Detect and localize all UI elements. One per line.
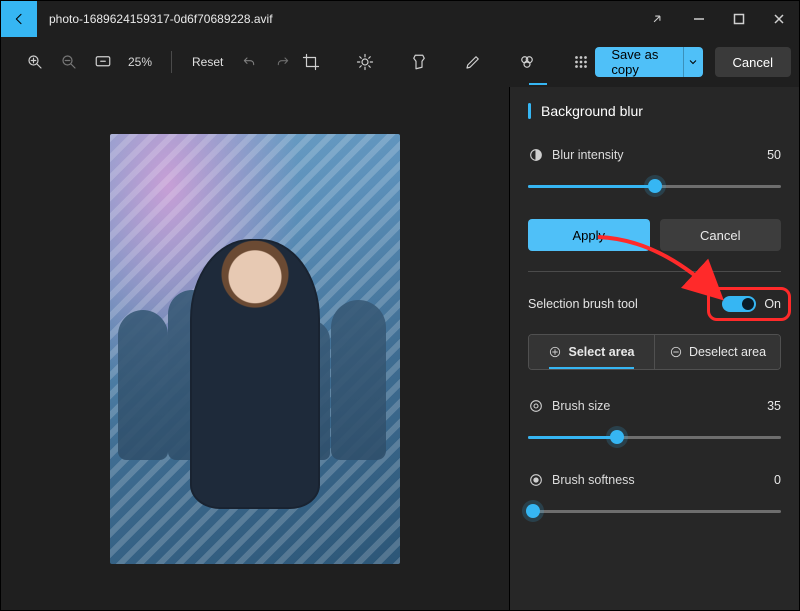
half-circle-icon [528,147,544,163]
main-toolbar: 25% Reset [1,37,799,87]
reset-button[interactable]: Reset [186,55,229,69]
foreground-subject [190,239,320,509]
app-window: photo-1689624159317-0d6f70689228.avif [0,0,800,611]
blur-intensity-slider[interactable] [528,177,781,195]
cancel-button-top[interactable]: Cancel [715,47,791,77]
save-as-copy-button[interactable]: Save as copy [595,47,683,77]
window-controls [635,1,799,37]
brush-softness-row: Brush softness 0 [528,472,781,488]
file-name: photo-1689624159317-0d6f70689228.avif [49,12,273,26]
edit-mode-tabs [297,48,595,76]
back-button[interactable] [1,1,37,37]
crop-tab[interactable] [297,48,325,76]
title-bar: photo-1689624159317-0d6f70689228.avif [1,1,799,37]
filter-tab[interactable] [405,48,433,76]
side-panel: Background blur Blur intensity 50 Apply … [509,87,799,610]
zoom-percent[interactable]: 25% [123,55,157,69]
active-tab-indicator [529,83,547,85]
panel-divider [528,271,781,272]
canvas-area[interactable] [1,87,509,610]
save-as-copy-split: Save as copy [595,47,702,77]
select-area-option[interactable]: Select area [529,335,654,369]
panel-title: Background blur [528,103,781,119]
zoom-in-button[interactable] [21,48,49,76]
minimize-button[interactable] [679,1,719,37]
brush-softness-label: Brush softness [552,473,635,487]
cancel-button-side[interactable]: Cancel [660,219,782,251]
blur-intensity-label: Blur intensity [552,148,624,162]
area-mode-segment: Select area Deselect area [528,334,781,370]
action-group: Save as copy Cancel [595,47,791,77]
brush-softness-slider[interactable] [528,502,781,520]
redo-button[interactable] [269,48,297,76]
blur-tab[interactable] [567,48,595,76]
selection-brush-row: Selection brush tool On [528,296,781,312]
brush-softness-value: 0 [774,473,781,487]
deselect-area-label: Deselect area [689,345,766,359]
brush-size-row: Brush size 35 [528,398,781,414]
soft-circle-icon [528,472,544,488]
selection-brush-state: On [764,297,781,311]
open-external-button[interactable] [635,1,679,37]
apply-button[interactable]: Apply [528,219,650,251]
select-area-label: Select area [568,345,634,359]
target-icon [528,398,544,414]
retouch-tab[interactable] [513,48,541,76]
brush-size-slider[interactable] [528,428,781,446]
zoom-out-button[interactable] [55,48,83,76]
content-area: Background blur Blur intensity 50 Apply … [1,87,799,610]
adjust-tab[interactable] [351,48,379,76]
blur-intensity-row: Blur intensity 50 [528,147,781,163]
minus-circle-icon [669,345,683,359]
deselect-area-option[interactable]: Deselect area [654,335,780,369]
photo-preview[interactable] [110,134,400,564]
apply-cancel-row: Apply Cancel [528,219,781,251]
selection-brush-toggle[interactable] [722,296,756,312]
blur-intensity-value: 50 [767,148,781,162]
maximize-button[interactable] [719,1,759,37]
separator [171,51,172,73]
markup-tab[interactable] [459,48,487,76]
fit-screen-button[interactable] [89,48,117,76]
plus-circle-icon [548,345,562,359]
selection-brush-label: Selection brush tool [528,297,638,311]
zoom-group: 25% Reset [21,48,297,76]
brush-size-label: Brush size [552,399,610,413]
save-menu-button[interactable] [683,47,703,77]
brush-size-value: 35 [767,399,781,413]
undo-button[interactable] [235,48,263,76]
close-button[interactable] [759,1,799,37]
